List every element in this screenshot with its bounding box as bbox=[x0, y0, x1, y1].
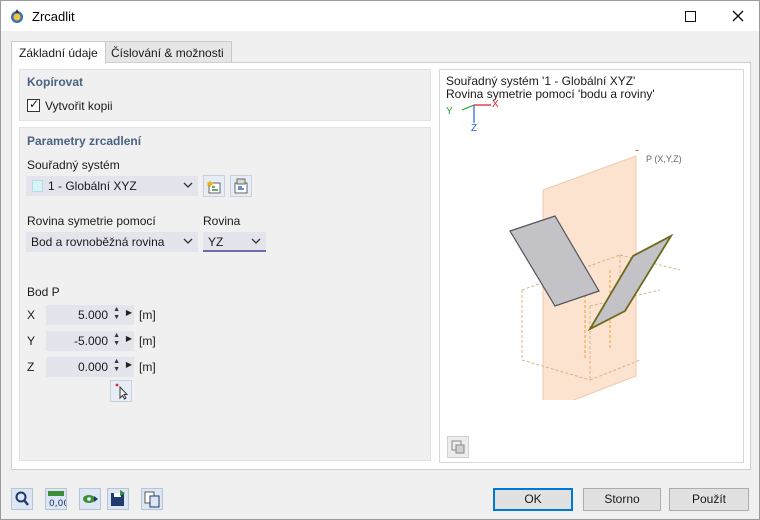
point-x-label: X bbox=[27, 308, 36, 322]
svg-text:0,00: 0,00 bbox=[49, 499, 66, 509]
arrow-right-icon[interactable]: ▶ bbox=[126, 308, 132, 317]
point-x-value: 5.000 bbox=[77, 308, 108, 322]
mirror-parameters-panel: Parametry zrcadlení Souřadný systém 1 - … bbox=[19, 127, 431, 461]
coord-system-label: Souřadný systém bbox=[27, 158, 120, 172]
create-copy-checkbox[interactable]: ✓ bbox=[27, 97, 40, 112]
symmetry-plane-value: Bod a rovnoběžná rovina bbox=[31, 235, 165, 249]
maximize-icon bbox=[684, 10, 696, 22]
cancel-button[interactable]: Storno bbox=[583, 488, 661, 511]
arrow-right-icon[interactable]: ▶ bbox=[126, 360, 132, 369]
spinner-arrows-icon[interactable]: ▲ ▼ bbox=[113, 358, 120, 374]
point-z-unit: [m] bbox=[139, 360, 156, 374]
point-y-unit: [m] bbox=[139, 334, 156, 348]
ok-button[interactable]: OK bbox=[493, 488, 573, 511]
copy-section-title: Kopírovat bbox=[27, 75, 84, 89]
close-button[interactable] bbox=[721, 1, 755, 31]
dialog-window: Zrcadlit Základní údaje Číslování & možn… bbox=[0, 0, 760, 520]
point-z-value: 0.000 bbox=[77, 360, 108, 374]
edit-coord-system-button[interactable] bbox=[230, 175, 252, 197]
check-icon: ✓ bbox=[29, 97, 40, 111]
axis-x-label: X bbox=[492, 99, 499, 110]
search-icon bbox=[15, 491, 29, 506]
save-settings-button[interactable] bbox=[107, 488, 129, 510]
view-options-icon bbox=[451, 440, 465, 454]
edit-coord-system-icon bbox=[234, 178, 248, 194]
copy-to-clipboard-button[interactable] bbox=[141, 488, 163, 510]
display-button[interactable] bbox=[79, 488, 101, 510]
point-z-input[interactable]: 0.000 ▲ ▼ ▶ bbox=[46, 357, 134, 377]
plane-value: YZ bbox=[208, 235, 224, 249]
spinner-arrows-icon[interactable]: ▲ ▼ bbox=[113, 332, 120, 348]
help-search-button[interactable] bbox=[11, 488, 33, 510]
create-copy-label: Vytvořit kopii bbox=[45, 99, 113, 113]
close-icon bbox=[732, 10, 744, 22]
preview-caption-line1: Souřadný systém '1 - Globální XYZ' bbox=[446, 74, 636, 88]
arrow-right-icon[interactable]: ▶ bbox=[126, 334, 132, 343]
preview-panel: Souřadný systém '1 - Globální XYZ' Rovin… bbox=[439, 69, 744, 463]
title-bar: Zrcadlit bbox=[1, 1, 759, 31]
tab-basic-data[interactable]: Základní údaje bbox=[11, 41, 106, 64]
point-p-label: Bod P bbox=[27, 285, 60, 299]
new-coord-system-button[interactable] bbox=[203, 175, 225, 197]
chevron-down-icon bbox=[251, 238, 261, 244]
eye-arrow-icon bbox=[83, 495, 98, 503]
mirror-app-icon bbox=[11, 9, 23, 23]
mirror-preview-graphic bbox=[509, 150, 681, 400]
units-decimals-button[interactable]: 0,00 bbox=[45, 488, 69, 510]
preview-options-button[interactable] bbox=[447, 436, 469, 458]
pick-point-cursor-icon bbox=[115, 383, 129, 400]
copy-icon bbox=[144, 491, 160, 508]
pick-point-button[interactable] bbox=[110, 380, 132, 402]
tab-content: Kopírovat ✓ Vytvořit kopii Parametry zrc… bbox=[11, 62, 751, 470]
maximize-button[interactable] bbox=[673, 1, 707, 31]
mirror-section-title: Parametry zrcadlení bbox=[27, 134, 142, 148]
chevron-down-icon bbox=[183, 238, 193, 244]
point-p-marker-label: P (X,Y,Z) bbox=[646, 154, 682, 164]
coord-system-select[interactable]: 1 - Globální XYZ bbox=[26, 176, 198, 196]
point-x-unit: [m] bbox=[139, 308, 156, 322]
axis-z-label: Z bbox=[471, 123, 478, 134]
plane-label: Rovina bbox=[203, 214, 241, 228]
coord-system-value: 1 - Globální XYZ bbox=[48, 179, 137, 193]
axis-y-label: Y bbox=[446, 106, 453, 117]
copy-panel: Kopírovat ✓ Vytvořit kopii bbox=[19, 69, 431, 121]
point-y-label: Y bbox=[27, 334, 36, 348]
save-icon bbox=[111, 490, 125, 506]
point-x-input[interactable]: 5.000 ▲ ▼ ▶ bbox=[46, 305, 134, 325]
symmetry-plane-label: Rovina symetrie pomocí bbox=[27, 214, 156, 228]
window-title: Zrcadlit bbox=[32, 9, 75, 24]
new-coord-system-icon bbox=[206, 180, 221, 194]
point-y-input[interactable]: -5.000 ▲ ▼ ▶ bbox=[46, 331, 134, 351]
point-z-label: Z bbox=[27, 360, 35, 374]
coord-system-color-swatch bbox=[32, 180, 43, 192]
apply-button[interactable]: Použít bbox=[669, 488, 749, 511]
plane-select[interactable]: YZ bbox=[203, 232, 266, 252]
tab-numbering-options[interactable]: Číslování & možnosti bbox=[103, 41, 232, 63]
point-y-value: -5.000 bbox=[73, 334, 108, 348]
spinner-arrows-icon[interactable]: ▲ ▼ bbox=[113, 306, 120, 322]
chevron-down-icon bbox=[183, 182, 193, 188]
decimal-places-icon: 0,00 bbox=[48, 491, 69, 509]
symmetry-plane-select[interactable]: Bod a rovnoběžná rovina bbox=[26, 232, 198, 252]
